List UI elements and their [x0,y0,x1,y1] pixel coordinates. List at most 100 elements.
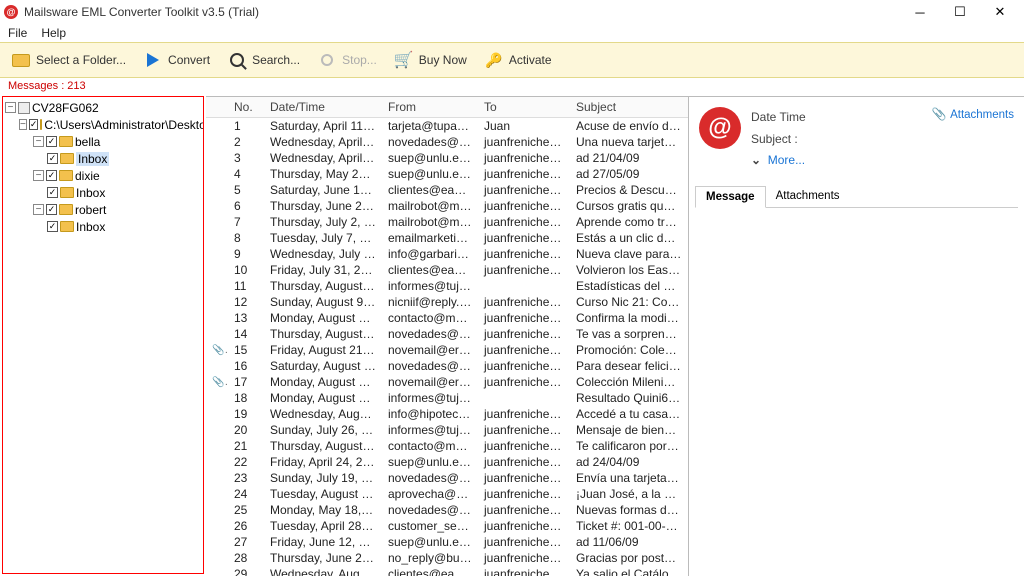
tree-folder-robert[interactable]: − robert [5,201,201,218]
attachments-link[interactable]: 📎 Attachments [932,107,1014,121]
table-row[interactable]: 29Wednesday, August 5...clientes@easy.c.… [206,566,688,576]
cell-datetime: Saturday, August 22, ... [264,358,382,374]
checkbox[interactable] [46,204,57,215]
table-row[interactable]: 20Sunday, July 26, 2009...informes@tujug… [206,422,688,438]
cell-attachment [206,198,228,214]
folder-icon [59,136,73,147]
tree-inbox-robert[interactable]: Inbox [5,218,201,235]
table-row[interactable]: 4Thursday, May 28, 20...suep@unlu.edu.ar… [206,166,688,182]
tab-message[interactable]: Message [695,186,766,208]
cell-to: juanfreniche@g... [478,230,570,246]
convert-label: Convert [168,53,210,67]
collapse-icon[interactable]: − [33,170,44,181]
cell-from: info@garbarino.... [382,246,478,262]
col-datetime[interactable]: Date/Time [264,97,382,118]
cell-from: contacto@merca... [382,310,478,326]
table-row[interactable]: 16Saturday, August 22, ...novedades@car.… [206,358,688,374]
tree-folder-dixie[interactable]: − dixie [5,167,201,184]
tree-folder-bella[interactable]: − bella [5,133,201,150]
collapse-icon[interactable]: − [33,204,44,215]
search-label: Search... [252,53,300,67]
table-row[interactable]: 13Monday, August 10, 2...contacto@merca.… [206,310,688,326]
tree-root[interactable]: − CV28FG062 [5,99,201,116]
tree-inbox-bella[interactable]: Inbox [5,150,201,167]
table-row[interactable]: 10Friday, July 31, 2009 ...clientes@easy… [206,262,688,278]
close-button[interactable]: ✕ [980,1,1020,23]
window-controls: ─ ☐ ✕ [900,1,1020,23]
table-row[interactable]: 14Thursday, August 13, ...novedades@car.… [206,326,688,342]
search-icon [228,51,246,69]
table-row[interactable]: 9Wednesday, July 22, ...info@garbarino..… [206,246,688,262]
col-no[interactable]: No. [228,97,264,118]
checkbox[interactable] [46,136,57,147]
maximize-button[interactable]: ☐ [940,1,980,23]
cell-subject: Colección Milenio Onli [570,374,688,390]
stop-icon [318,51,336,69]
collapse-icon[interactable]: − [19,119,27,130]
checkbox[interactable] [29,119,39,130]
table-row[interactable]: 26Tuesday, April 28, 20...customer_servi… [206,518,688,534]
cell-datetime: Friday, June 12, 2009... [264,534,382,550]
table-row[interactable]: 19Wednesday, August 2...info@hipotecario… [206,406,688,422]
checkbox[interactable] [47,187,58,198]
tab-attachments[interactable]: Attachments [766,186,850,207]
select-folder-button[interactable]: Select a Folder... [8,49,130,71]
cell-subject: Mensaje de bienvenida [570,422,688,438]
checkbox[interactable] [46,170,57,181]
table-row[interactable]: 24Tuesday, August 25, ...aprovecha@mer..… [206,486,688,502]
buy-now-button[interactable]: 🛒 Buy Now [391,49,471,71]
table-row[interactable]: 18Monday, August 31, 2...informes@tujug.… [206,390,688,406]
table-row[interactable]: 21Thursday, August 27, ...contacto@merca… [206,438,688,454]
cell-no: 4 [228,166,264,182]
cell-from: mailrobot@mail... [382,214,478,230]
table-row[interactable]: 6Thursday, June 25, 2...mailrobot@mail..… [206,198,688,214]
preview-header: @ Date Time Subject : ⌄ More... 📎 Attach… [695,101,1018,182]
table-row[interactable]: 7Thursday, July 2, 200...mailrobot@mail.… [206,214,688,230]
cell-subject: ad 11/06/09 [570,534,688,550]
table-row[interactable]: 1Saturday, April 11, 20...tarjeta@tupara… [206,118,688,135]
checkbox[interactable] [47,221,58,232]
table-row[interactable]: 2Wednesday, April 15, ...novedades@car..… [206,134,688,150]
search-button[interactable]: Search... [224,49,304,71]
table-row[interactable]: 3Wednesday, April 22, ...suep@unlu.edu.a… [206,150,688,166]
table-row[interactable]: 22Friday, April 24, 2009...suep@unlu.edu… [206,454,688,470]
cell-subject: Resultado Quini6 del 3 [570,390,688,406]
cell-subject: Envía una tarjeta ahor [570,470,688,486]
col-from[interactable]: From [382,97,478,118]
table-row[interactable]: 25Monday, May 18, 200...novedades@car...… [206,502,688,518]
tree-inbox-dixie[interactable]: Inbox [5,184,201,201]
table-row[interactable]: 📎15Friday, August 21, 20...novemail@erre… [206,342,688,358]
cell-datetime: Monday, August 10, 2... [264,310,382,326]
convert-button[interactable]: Convert [140,49,214,71]
table-row[interactable]: 23Sunday, July 19, 2009...novedades@car.… [206,470,688,486]
tree-path[interactable]: − C:\Users\Administrator\Desktop\ [5,116,201,133]
col-attachment[interactable] [206,97,228,118]
cell-subject: ¡Juan José, a la hora d [570,486,688,502]
table-row[interactable]: 8Tuesday, July 7, 2009...emailmarketing.… [206,230,688,246]
col-subject[interactable]: Subject [570,97,688,118]
cell-attachment [206,406,228,422]
collapse-icon[interactable]: − [5,102,16,113]
cell-attachment [206,326,228,342]
cell-from: tarjeta@tuparad... [382,118,478,135]
minimize-button[interactable]: ─ [900,1,940,23]
checkbox[interactable] [47,153,58,164]
table-row[interactable]: 28Thursday, June 25, 2...no_reply@bume..… [206,550,688,566]
table-row[interactable]: 27Friday, June 12, 2009...suep@unlu.edu.… [206,534,688,550]
activate-button[interactable]: 🔑 Activate [481,49,556,71]
tree-label: dixie [75,169,100,183]
preview-subject-label: Subject : [751,129,922,151]
menu-file[interactable]: File [8,26,27,40]
more-link[interactable]: More... [768,153,805,167]
cell-datetime: Wednesday, August 2... [264,406,382,422]
table-row[interactable]: 5Saturday, June 13, 20...clientes@easy.c… [206,182,688,198]
chevron-down-icon[interactable]: ⌄ [751,153,761,167]
table-row[interactable]: 📎17Monday, August 24, 2...novemail@errep… [206,374,688,390]
menu-help[interactable]: Help [41,26,66,40]
collapse-icon[interactable]: − [33,136,44,147]
cell-datetime: Thursday, July 2, 200... [264,214,382,230]
table-row[interactable]: 12Sunday, August 9, 20...nicniif@reply.m… [206,294,688,310]
table-row[interactable]: 11Thursday, August 6, 2...informes@tujug… [206,278,688,294]
col-to[interactable]: To [478,97,570,118]
cell-attachment [206,166,228,182]
